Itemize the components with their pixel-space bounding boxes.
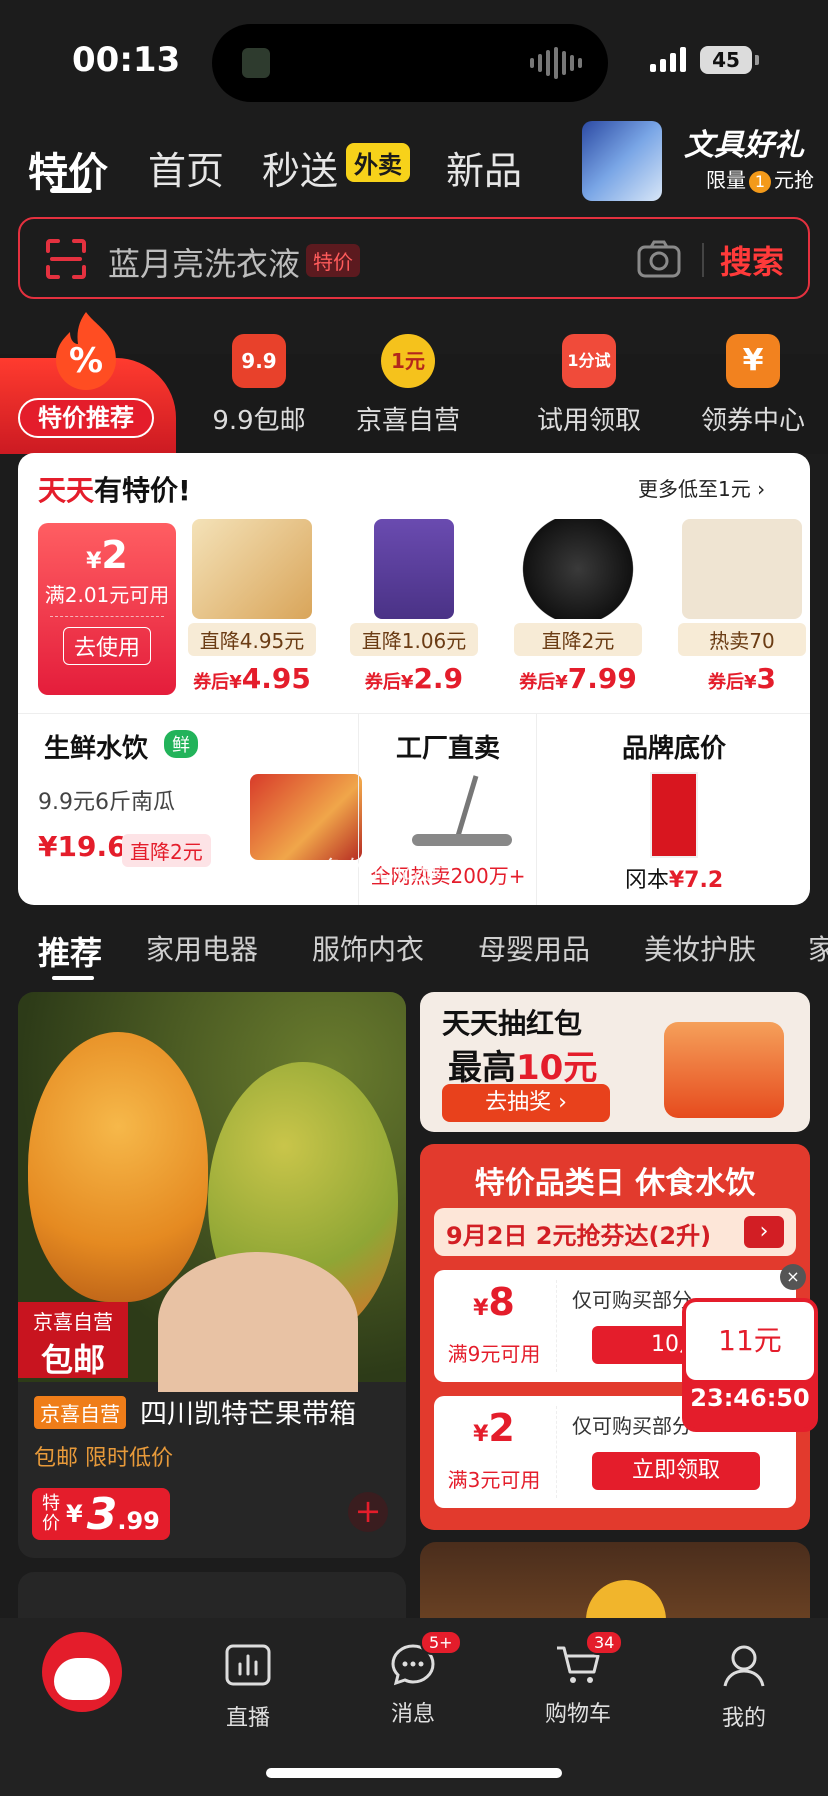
product-card[interactable]: 京喜自营 包邮 京喜自营 四川凯特芒果带箱 包邮 限时低价 特价 ¥ 3.99 … [18,992,406,1558]
status-bar: 00:13 45 [0,0,828,110]
product-badge: 京喜自营 包邮 [18,1302,128,1379]
user-icon [723,1645,765,1687]
feed-tab-apparel[interactable]: 服饰内衣 [312,928,424,968]
trial-gift-icon: 1分试 [562,334,616,388]
deal-item[interactable]: 直降2元 券后¥7.99 [508,519,648,695]
more-deals-link[interactable]: 更多低至1元 › [638,473,765,502]
feed-tab-beauty[interactable]: 美妆护肤 [644,928,756,968]
status-time: 00:13 [72,40,181,80]
product-tag: 京喜自营 [34,1396,126,1429]
promo-title: 文具好礼 [684,128,804,163]
cart-count-badge: 34 [585,1630,624,1655]
coupon-card[interactable]: ¥2 满2.01元可用 去使用 [38,523,176,695]
category-day-title: 特价品类日 休食水饮 [474,1166,756,1201]
use-coupon-button[interactable]: 去使用 [62,627,151,665]
active-tab-indicator [50,188,92,193]
search-bar[interactable]: 蓝月亮洗衣液 特价 搜索 [18,217,810,299]
search-tag: 特价 [306,244,360,277]
promo-image [582,121,662,201]
product-image [374,519,454,619]
category-label: 试用领取 [536,406,641,436]
category-label: 领券中心 [700,406,805,436]
category-active-label[interactable]: 特价推荐 [18,398,154,438]
message-count-badge: 5+ [420,1630,462,1655]
lottery-button[interactable]: 去抽奖 › [442,1084,610,1122]
product-image [192,519,312,619]
camera-icon[interactable] [636,239,682,279]
tab-home[interactable]: 首页 [148,140,224,195]
live-chart-icon [225,1644,271,1686]
category-item-trial[interactable]: 1分试 试用领取 [514,334,664,437]
promo-banner[interactable]: 文具好礼 限量 1 元抢 [578,118,828,202]
fresh-title: 生鲜水饮 [44,734,149,764]
signal-icon [650,46,686,72]
audio-waveform-icon [530,46,582,80]
one-yuan-badge-icon: 1元 [381,334,435,388]
floating-timer-widget[interactable]: 11元 23:46:50 [682,1298,818,1432]
waimai-badge: 外卖 [346,143,410,182]
product-attributes: 包邮 限时低价 [34,1446,173,1471]
close-icon[interactable]: × [780,1264,806,1290]
feed-tab-recommend[interactable]: 推荐 [38,928,102,974]
add-to-cart-button[interactable]: + [348,1492,388,1532]
fresh-badge: 鲜 [164,730,198,758]
category-row: % 特价推荐 9.9 9.9包邮 1元 京喜自营 1分试 试用领取 ¥ 领券中心 [0,310,828,454]
promo-subtitle: 限量 1 元抢 [706,168,814,193]
daily-deals-title: 天天有特价! [38,474,191,507]
home-indicator[interactable] [266,1768,562,1778]
chevron-right-icon[interactable]: › [744,1216,784,1248]
nav-cart[interactable]: 34 购物车 [518,1630,638,1728]
category-item-jingxi[interactable]: 1元 京喜自营 [333,334,483,437]
lottery-title: 天天抽红包 [442,1007,583,1040]
category-item-coupon[interactable]: ¥ 领券中心 [678,334,828,437]
search-divider [702,243,704,277]
now-playing-thumbnail [242,48,270,78]
red-envelope-icon [664,1022,784,1118]
lottery-card[interactable]: 天天抽红包 最高10元 去抽奖 › [420,992,810,1132]
product-image [650,772,698,858]
jd-logo-button[interactable] [42,1632,122,1712]
category-item-99[interactable]: 9.9 9.9包邮 [184,334,334,437]
tab-miaosong[interactable]: 秒送 [262,140,338,195]
category-label: 京喜自营 [355,406,460,436]
nav-profile[interactable]: 我的 [684,1640,804,1732]
category-label: 9.9包邮 [212,406,306,436]
product-price: 特价 ¥ 3.99 [32,1488,170,1540]
coupon-condition: 满2.01元可用 [44,583,170,607]
daily-deals-panel: 天天有特价! 更多低至1元 › ¥2 满2.01元可用 去使用 直降4.95元 … [18,453,810,905]
category-day-banner[interactable]: 9月2日 2元抢芬达(2升) › [434,1208,796,1256]
flame-percent-icon: % [56,312,116,390]
deal-item[interactable]: 热卖70 券后¥3 [672,519,810,695]
product-image [250,774,362,860]
nav-messages[interactable]: 5+ 消息 [353,1630,473,1728]
battery-icon: 45 [700,46,759,74]
feed-tab-appliances[interactable]: 家用电器 [146,928,258,968]
svg-text:%: % [69,341,103,381]
product-image [518,519,638,619]
search-button[interactable]: 搜索 [720,237,784,283]
timer-amount: 11元 [686,1302,814,1380]
scan-icon[interactable] [44,237,88,281]
feed-tabs: 推荐 家用电器 服饰内衣 母婴用品 美妆护肤 家 [0,918,828,980]
nav-live[interactable]: 直播 [188,1640,308,1732]
timer-countdown: 23:46:50 [690,1384,810,1412]
coupon-ticket-icon: ¥ [726,334,780,388]
feed-tab-home[interactable]: 家 [808,928,828,968]
mop-image [412,775,512,846]
tab-new[interactable]: 新品 [446,140,522,195]
deal-item[interactable]: 直降1.06元 券后¥2.9 [344,519,484,695]
dynamic-island [212,24,608,102]
feed-tab-baby[interactable]: 母婴用品 [478,928,590,968]
search-input[interactable]: 蓝月亮洗衣液 [108,239,300,285]
watermark: 鱼的记忆秒 [322,856,442,884]
deal-item[interactable]: 直降4.95元 券后¥4.95 [182,519,322,695]
claim-coupon-button[interactable]: 立即领取 [592,1452,760,1490]
product-name: 四川凯特芒果带箱 [140,1399,356,1430]
product-image [682,519,802,619]
free-shipping-icon: 9.9 [232,334,286,388]
